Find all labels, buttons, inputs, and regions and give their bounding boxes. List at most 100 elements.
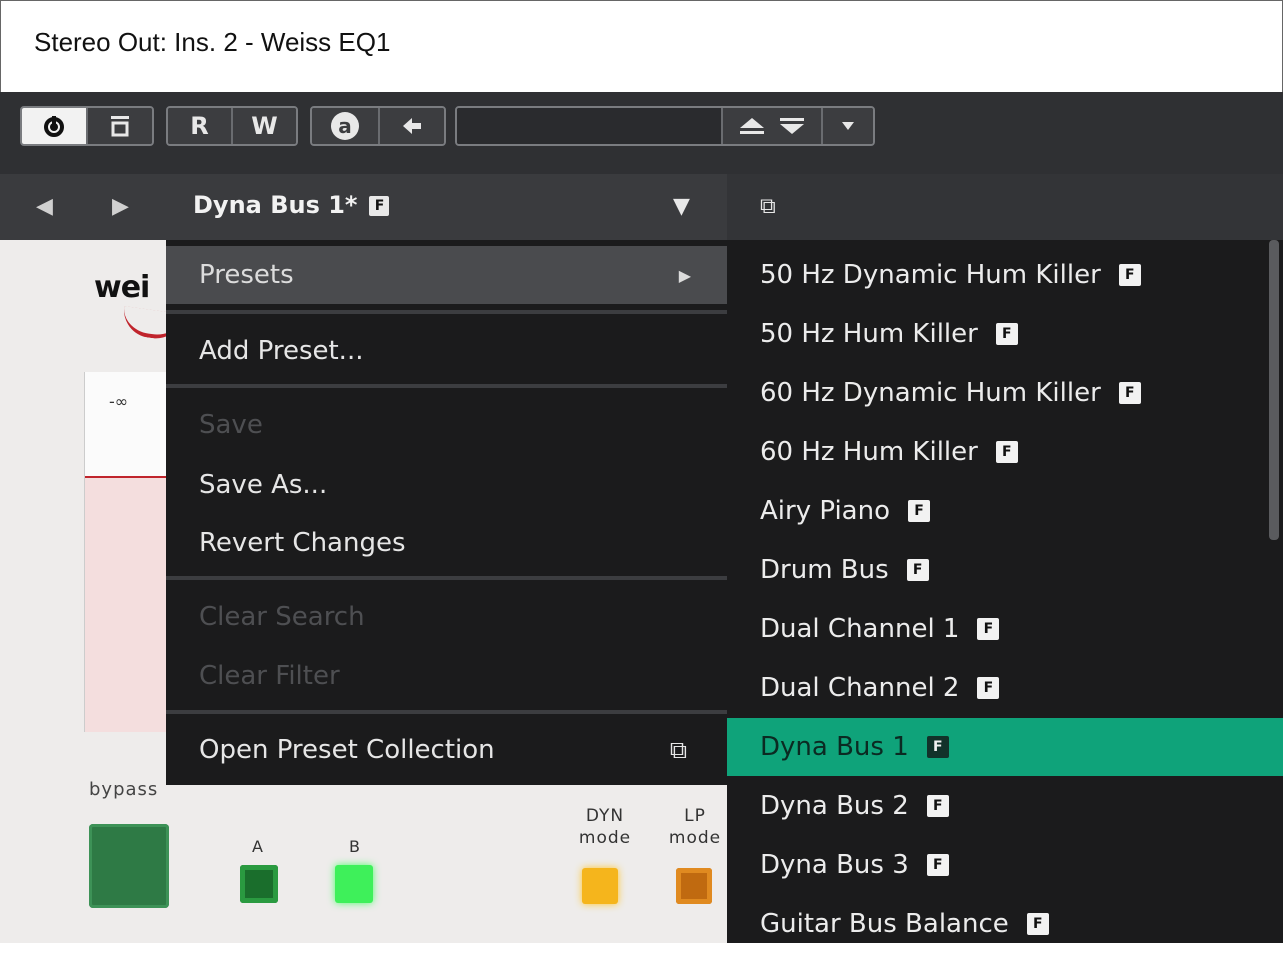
- preset-list-item[interactable]: Drum Bus F: [727, 541, 1283, 599]
- lp-mode-button[interactable]: [676, 868, 712, 904]
- meter-fill: [85, 478, 169, 732]
- factory-badge: F: [1118, 264, 1141, 286]
- preset-list-item[interactable]: 50 Hz Dynamic Hum Killer F: [727, 246, 1283, 304]
- level-meter: -∞: [84, 372, 169, 732]
- bypass-button[interactable]: [89, 824, 169, 908]
- a-label: A: [252, 837, 263, 856]
- factory-badge: F: [906, 559, 929, 581]
- presets-submenu: 50 Hz Dynamic Hum Killer F 50 Hz Hum Kille…: [727, 240, 1283, 943]
- preset-name[interactable]: Dyna Bus 1* F: [193, 191, 390, 219]
- toolbar-dropdown[interactable]: [823, 108, 873, 144]
- bypass-icon: [111, 116, 129, 137]
- preset-item-label: Dual Channel 1: [760, 614, 960, 644]
- menu-separator: [166, 710, 727, 714]
- menu-item-label: Clear Filter: [199, 661, 340, 691]
- menu-item-label: Save: [199, 410, 263, 440]
- preset-item-label: Dyna Bus 2: [760, 791, 909, 821]
- preset-name-text: Dyna Bus 1*: [193, 191, 358, 219]
- preset-item-label: Dual Channel 2: [760, 673, 960, 703]
- menu-item-add-preset[interactable]: Add Preset...: [166, 322, 727, 380]
- meter-level-readout: -∞: [109, 392, 129, 411]
- auto-button[interactable]: a: [312, 108, 380, 144]
- auto-icon: a: [331, 112, 359, 140]
- menu-item-label: Add Preset...: [199, 336, 364, 366]
- dyn-mode-button[interactable]: [582, 868, 618, 904]
- preset-list-item[interactable]: 50 Hz Hum Killer F: [727, 305, 1283, 363]
- lp-mode-label: LP mode: [668, 806, 722, 848]
- preset-dropdown-icon[interactable]: ▼: [673, 194, 690, 219]
- menu-separator: [166, 576, 727, 580]
- factory-badge: F: [926, 795, 949, 817]
- power-button[interactable]: [22, 108, 88, 144]
- menu-item-label: Save As...: [199, 470, 328, 500]
- menu-item-presets[interactable]: Presets ▶: [166, 246, 727, 304]
- power-bypass-group: [20, 106, 154, 146]
- window-title: Stereo Out: Ins. 2 - Weiss EQ1: [34, 27, 391, 57]
- preset-item-label: 50 Hz Hum Killer: [760, 319, 978, 349]
- menu-item-label: Clear Search: [199, 602, 365, 632]
- preset-list-item[interactable]: Dyna Bus 2 F: [727, 777, 1283, 835]
- menu-item-label: Revert Changes: [199, 528, 406, 558]
- factory-badge: F: [1026, 913, 1049, 935]
- window-icon[interactable]: ⧉: [760, 194, 776, 219]
- factory-badge: F: [977, 618, 1000, 640]
- factory-badge: F: [995, 441, 1018, 463]
- preset-list-item[interactable]: Dual Channel 1 F: [727, 600, 1283, 658]
- previous-preset-button[interactable]: ◀: [36, 194, 53, 219]
- preset-item-label: 50 Hz Dynamic Hum Killer: [760, 260, 1101, 290]
- menu-item-open-preset-collection[interactable]: Open Preset Collection ⧉: [166, 721, 727, 779]
- menu-separator: [166, 384, 727, 388]
- factory-badge: F: [908, 500, 930, 522]
- toolbar: R W a: [0, 92, 1283, 174]
- preset-item-label: Dyna Bus 3: [760, 850, 909, 880]
- up-icon[interactable]: [737, 116, 767, 136]
- preset-bar-right-panel: [727, 174, 1283, 240]
- factory-badge: F: [926, 736, 949, 758]
- read-write-group: R W: [166, 106, 298, 146]
- write-automation-button[interactable]: W: [233, 108, 296, 144]
- a-button[interactable]: [240, 865, 278, 903]
- back-button[interactable]: [380, 108, 444, 144]
- preset-field-group: [455, 106, 875, 146]
- chevron-down-icon: [842, 122, 854, 130]
- auto-group: a: [310, 106, 446, 146]
- bypass-label: bypass: [89, 779, 159, 800]
- toolbar-text-field[interactable]: [457, 108, 723, 144]
- submenu-scrollbar[interactable]: [1269, 240, 1279, 540]
- preset-item-label: 60 Hz Hum Killer: [760, 437, 978, 467]
- preset-item-label: Drum Bus: [760, 555, 889, 585]
- preset-item-label: Dyna Bus 1: [760, 732, 909, 762]
- preset-list-item[interactable]: Airy Piano F: [727, 482, 1283, 540]
- preset-list-item[interactable]: Dual Channel 2 F: [727, 659, 1283, 717]
- window-icon: ⧉: [669, 736, 687, 764]
- title-bar: Stereo Out: Ins. 2 - Weiss EQ1: [0, 0, 1283, 92]
- menu-separator: [166, 310, 727, 314]
- back-arrow-icon: [403, 118, 421, 134]
- preset-list-item[interactable]: Dyna Bus 1 F: [727, 718, 1283, 776]
- menu-item-revert-changes[interactable]: Revert Changes: [166, 514, 727, 572]
- weiss-logo: wei: [94, 270, 150, 305]
- preset-list-item[interactable]: Dyna Bus 3 F: [727, 836, 1283, 894]
- bypass-toolbar-button[interactable]: [88, 108, 152, 144]
- factory-badge: F: [926, 854, 949, 876]
- b-button[interactable]: [335, 865, 373, 903]
- preset-list-item[interactable]: 60 Hz Dynamic Hum Killer F: [727, 364, 1283, 422]
- read-automation-button[interactable]: R: [168, 108, 233, 144]
- preset-menu: Presets ▶ Add Preset... Save Save As... …: [166, 240, 727, 785]
- factory-badge: F: [1118, 382, 1141, 404]
- submenu-arrow-icon: ▶: [678, 265, 691, 285]
- preset-bar: ◀ ▶ Dyna Bus 1* F ▼ ⧉: [0, 174, 1283, 240]
- down-icon[interactable]: [777, 116, 807, 136]
- next-preset-button[interactable]: ▶: [112, 194, 129, 219]
- dyn-mode-label: DYN mode: [578, 806, 632, 848]
- menu-item-clear-search: Clear Search: [166, 588, 727, 646]
- b-label: B: [349, 837, 360, 856]
- menu-item-save-as[interactable]: Save As...: [166, 456, 727, 514]
- factory-badge: F: [995, 323, 1018, 345]
- up-down-buttons[interactable]: [723, 108, 823, 144]
- preset-list-item[interactable]: Guitar Bus Balance F: [727, 895, 1283, 953]
- preset-item-label: Airy Piano: [760, 496, 890, 526]
- preset-list-item[interactable]: 60 Hz Hum Killer F: [727, 423, 1283, 481]
- preset-item-label: 60 Hz Dynamic Hum Killer: [760, 378, 1101, 408]
- factory-badge: F: [977, 677, 1000, 699]
